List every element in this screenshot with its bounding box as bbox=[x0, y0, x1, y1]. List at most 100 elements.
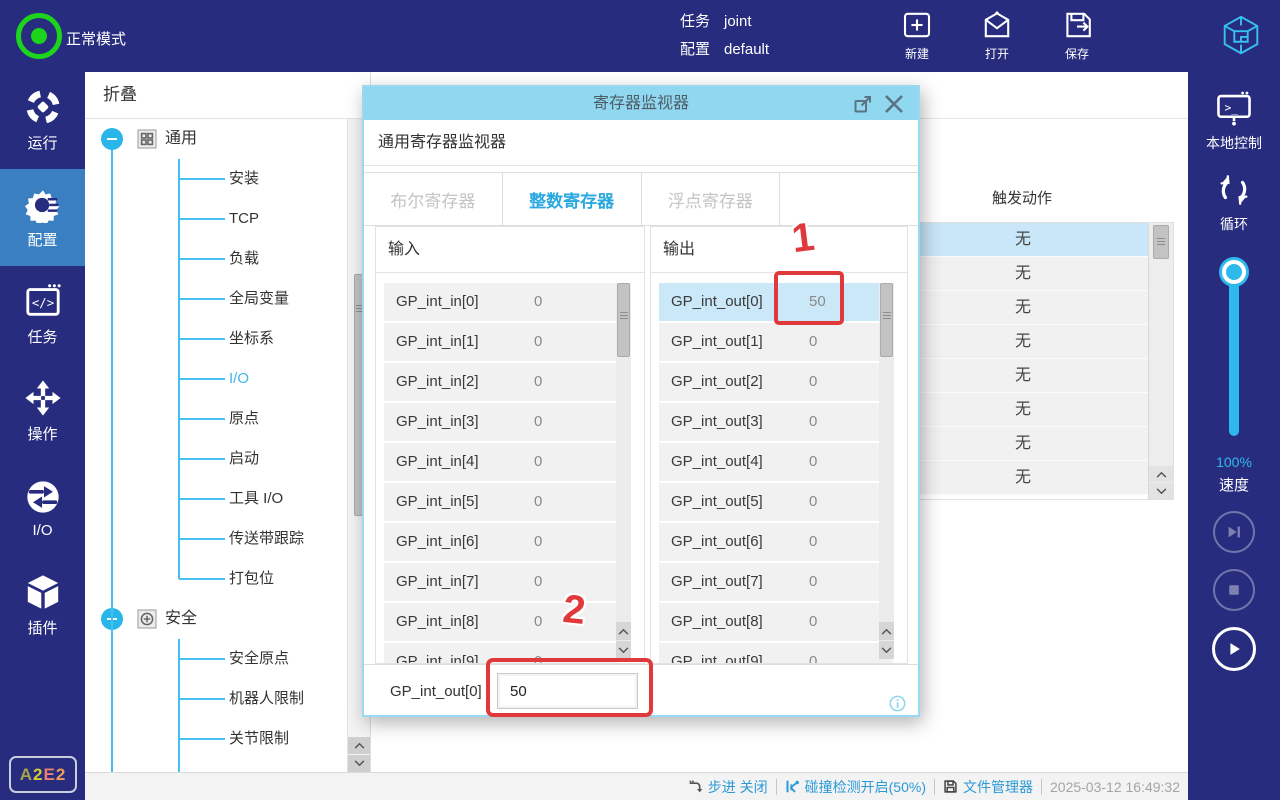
output-registers-scrollbar-thumb[interactable] bbox=[880, 283, 893, 357]
register-name: GP_int_out[1] bbox=[671, 323, 763, 361]
brand-logo-icon bbox=[1218, 13, 1264, 59]
tree-item-label: 传送带跟踪 bbox=[229, 519, 304, 559]
tree-collapse-toggle[interactable] bbox=[101, 128, 123, 150]
tree-connector-line bbox=[178, 159, 180, 579]
left-sidebar: 运行配置</>任务操作I/O插件 A2E2 bbox=[0, 72, 85, 800]
tree-item-负载[interactable]: 负载 bbox=[85, 239, 348, 279]
step-arrow-icon bbox=[688, 779, 703, 794]
tab-整数寄存器[interactable]: 整数寄存器 bbox=[503, 173, 642, 225]
tree-node-safety[interactable]: 安全 bbox=[85, 599, 348, 639]
tree-item-label: 坐标系 bbox=[229, 319, 274, 359]
register-row[interactable]: GP_int_in[0]0 bbox=[384, 283, 618, 321]
tree-branch-line bbox=[179, 338, 225, 340]
tab-浮点寄存器[interactable]: 浮点寄存器 bbox=[642, 173, 781, 225]
tree-scroll-down-button[interactable] bbox=[348, 755, 370, 772]
tree-item-原点[interactable]: 原点 bbox=[85, 399, 348, 439]
sidebar-item-config[interactable]: 配置 bbox=[0, 169, 85, 266]
register-row[interactable]: GP_int_in[4]0 bbox=[384, 443, 618, 481]
register-row[interactable]: GP_int_out[1]0 bbox=[659, 323, 893, 361]
speed-slider-track[interactable] bbox=[1229, 268, 1239, 436]
register-row[interactable]: GP_int_out[6]0 bbox=[659, 523, 893, 561]
speed-slider-thumb[interactable] bbox=[1222, 260, 1246, 284]
info-icon[interactable] bbox=[889, 695, 906, 712]
sidebar-item-operate[interactable]: 操作 bbox=[0, 363, 85, 460]
register-row[interactable]: GP_int_out[7]0 bbox=[659, 563, 893, 601]
file-manager-link[interactable]: 文件管理器 bbox=[943, 777, 1033, 797]
register-row[interactable]: GP_int_in[3]0 bbox=[384, 403, 618, 441]
tree-item-机器人限制[interactable]: 机器人限制 bbox=[85, 679, 348, 719]
expand-icon[interactable] bbox=[852, 93, 874, 115]
stop-button[interactable] bbox=[1213, 569, 1255, 611]
a2e2-badge-button[interactable]: A2E2 bbox=[9, 756, 77, 793]
trigger-table-scrollbar[interactable] bbox=[1148, 223, 1173, 499]
skip-icon bbox=[1225, 523, 1243, 541]
sidebar-item-task[interactable]: </>任务 bbox=[0, 266, 85, 363]
register-row[interactable]: GP_int_out[2]0 bbox=[659, 363, 893, 401]
tree-item-传送带跟踪[interactable]: 传送带跟踪 bbox=[85, 519, 348, 559]
sidebar-item-plugin[interactable]: 插件 bbox=[0, 557, 85, 654]
new-button[interactable]: 新建 bbox=[887, 9, 947, 62]
tree-item-关节限制[interactable]: 关节限制 bbox=[85, 719, 348, 759]
trigger-table-scroll-up-button[interactable] bbox=[1149, 466, 1173, 482]
register-row[interactable]: GP_int_in[6]0 bbox=[384, 523, 618, 561]
register-row[interactable]: GP_int_in[5]0 bbox=[384, 483, 618, 521]
output-registers-scroll-up-button[interactable] bbox=[879, 622, 894, 640]
tree-item-安装[interactable]: 安装 bbox=[85, 159, 348, 199]
sidebar-item-io[interactable]: I/O bbox=[0, 460, 85, 557]
file-manager-icon bbox=[943, 779, 958, 794]
input-registers-scroll-down-button[interactable] bbox=[616, 641, 631, 659]
step-mode-status[interactable]: 步进 关闭 bbox=[688, 777, 768, 797]
output-registers-scrollbar[interactable] bbox=[879, 283, 894, 659]
save-button[interactable]: 保存 bbox=[1047, 9, 1107, 62]
tree-branch-line bbox=[179, 178, 225, 180]
collision-status[interactable]: 碰撞检测开启(50%) bbox=[785, 777, 926, 797]
register-row[interactable]: GP_int_out[4]0 bbox=[659, 443, 893, 481]
register-row[interactable]: GP_int_in[1] 0 bbox=[384, 323, 618, 361]
register-value: 0 bbox=[534, 283, 542, 321]
register-name: GP_int_in[1] bbox=[396, 323, 479, 361]
loop-button[interactable]: 循环 bbox=[1215, 171, 1253, 234]
sidebar-item-run[interactable]: 运行 bbox=[0, 72, 85, 169]
register-name: GP_int_out[0] bbox=[671, 283, 763, 321]
register-row[interactable]: GP_int_out[8]0 bbox=[659, 603, 893, 641]
open-button[interactable]: 打开 bbox=[967, 9, 1027, 62]
tree-item-安全原点[interactable]: 安全原点 bbox=[85, 639, 348, 679]
tree-collapse-header[interactable]: 折叠 bbox=[85, 72, 370, 119]
local-control-button[interactable]: >_ 本地控制 bbox=[1206, 90, 1262, 153]
new-icon bbox=[901, 9, 933, 41]
tree-item-全局变量[interactable]: 全局变量 bbox=[85, 279, 348, 319]
speed-label: 速度 bbox=[1219, 474, 1249, 495]
tab-布尔寄存器[interactable]: 布尔寄存器 bbox=[364, 173, 503, 225]
open-icon bbox=[981, 9, 1013, 41]
trigger-action-value: 无 bbox=[1015, 257, 1031, 290]
play-button[interactable] bbox=[1212, 627, 1256, 671]
tree-item-clipped bbox=[85, 759, 348, 772]
register-row[interactable]: GP_int_in[2]0 bbox=[384, 363, 618, 401]
tree-item-label: TCP bbox=[229, 199, 259, 239]
speed-slider[interactable] bbox=[1222, 260, 1246, 436]
trigger-table-scrollbar-thumb[interactable] bbox=[1153, 225, 1169, 259]
output-registers-scroll-down-button[interactable] bbox=[879, 641, 894, 659]
register-value: 0 bbox=[534, 323, 542, 361]
tree-item-TCP[interactable]: TCP bbox=[85, 199, 348, 239]
tree-item-启动[interactable]: 启动 bbox=[85, 439, 348, 479]
close-icon[interactable] bbox=[882, 92, 906, 116]
register-name: GP_int_in[3] bbox=[396, 403, 479, 441]
tree-item-坐标系[interactable]: 坐标系 bbox=[85, 319, 348, 359]
tree-node-general[interactable]: 通用 bbox=[85, 119, 348, 159]
tree-item-工具 I/O[interactable]: 工具 I/O bbox=[85, 479, 348, 519]
trigger-table-scroll-down-button[interactable] bbox=[1149, 483, 1173, 499]
annotation-step-2: 2 bbox=[561, 587, 588, 634]
tree-item-打包位[interactable]: 打包位 bbox=[85, 559, 348, 599]
input-registers-scrollbar[interactable] bbox=[616, 283, 631, 659]
register-row[interactable]: GP_int_out[5]0 bbox=[659, 483, 893, 521]
register-row[interactable]: GP_int_out[3]0 bbox=[659, 403, 893, 441]
input-registers-scrollbar-thumb[interactable] bbox=[617, 283, 630, 357]
tree-scroll-up-button[interactable] bbox=[348, 737, 370, 754]
register-value: 0 bbox=[809, 363, 817, 401]
dialog-title: 寄存器监视器 bbox=[364, 87, 918, 120]
input-registers-scroll-up-button[interactable] bbox=[616, 622, 631, 640]
register-row-partial[interactable]: GP_int_out[9]0 bbox=[659, 643, 893, 663]
step-forward-button[interactable] bbox=[1213, 511, 1255, 553]
tree-item-I/O[interactable]: I/O bbox=[85, 359, 348, 399]
